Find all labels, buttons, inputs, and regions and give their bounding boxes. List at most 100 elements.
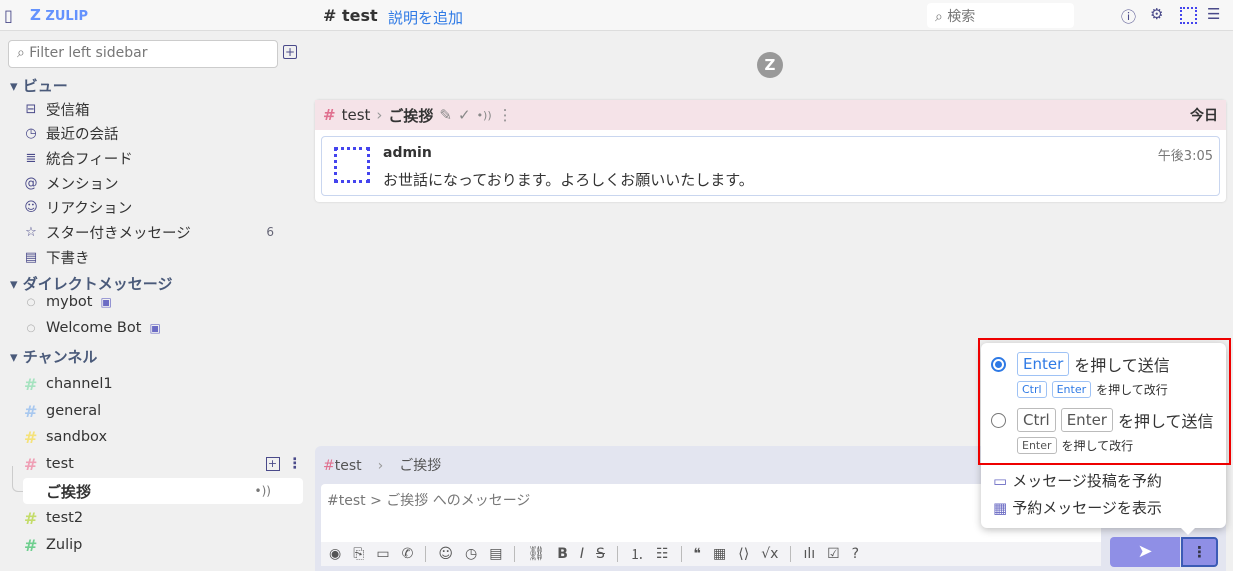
label: 予約メッセージを表示 — [1012, 499, 1162, 517]
channel-item[interactable]: # general — [24, 400, 101, 422]
todo-icon[interactable]: ☑ — [827, 546, 840, 562]
more-options-icon[interactable]: ⋮ — [498, 106, 513, 124]
emoji-icon[interactable]: ☺ — [438, 546, 453, 562]
channel-item[interactable]: # test + ⋮ — [24, 453, 302, 475]
poll-icon[interactable]: ılı — [803, 546, 815, 562]
divider — [616, 546, 618, 562]
sender-name[interactable]: admin — [383, 145, 432, 161]
star-icon: ☆ — [25, 224, 37, 240]
ctrl-enter-sends-option[interactable]: Ctrl Enter を押して送信 Enter を押して改行 — [991, 408, 1214, 454]
italic-icon[interactable]: I — [580, 546, 584, 562]
schedule-message-item[interactable]: ▭ メッセージ投稿を予約 — [993, 470, 1162, 491]
message-time[interactable]: 午後3:05 — [1158, 145, 1213, 164]
check-icon[interactable]: ✓ — [458, 106, 471, 124]
sidebar-toggle-icon[interactable]: ▯ — [4, 6, 13, 25]
kbd-enter: Enter — [1017, 437, 1057, 454]
help-icon[interactable]: ⓘ — [1121, 6, 1136, 27]
views-header-label: ビュー — [22, 77, 68, 95]
attach-icon[interactable]: ⎘ — [353, 546, 364, 562]
follow-icon[interactable]: •)) — [477, 109, 492, 122]
recipient-topic[interactable]: ご挨拶 — [388, 105, 433, 126]
send-button[interactable]: ➤ — [1110, 537, 1180, 567]
recipient-bar[interactable]: # test › ご挨拶 ✎ ✓ •)) ⋮ 今日 — [315, 100, 1226, 130]
channels-header[interactable]: ▾ チャンネル — [10, 346, 97, 367]
topic-item-active[interactable]: ご挨拶 •)) — [23, 478, 303, 504]
video-icon[interactable]: ▭ — [376, 546, 389, 562]
recipient-channel[interactable]: test — [342, 106, 371, 124]
sidebar-item-drafts[interactable]: ▤ 下書き — [24, 246, 90, 268]
phone-icon[interactable]: ✆ — [402, 546, 414, 562]
channel-title[interactable]: # test — [323, 6, 378, 25]
more-options-icon[interactable]: ⋮ — [288, 456, 303, 472]
compose-channel[interactable]: test — [335, 458, 362, 474]
clock-icon: ◷ — [25, 125, 37, 141]
send-options-button[interactable]: ⋮ — [1181, 537, 1218, 567]
sender-avatar[interactable] — [334, 147, 370, 183]
placeholder: #test > ご挨拶 へのメッセージ — [327, 493, 531, 509]
strikethrough-icon[interactable]: S — [596, 546, 605, 562]
code-icon[interactable]: ⟨⟩ — [738, 546, 749, 562]
message-row[interactable]: admin 午後3:05 お世話になっております。よろしくお願いいたします。 — [321, 136, 1220, 196]
add-channel-icon[interactable]: + — [283, 45, 297, 59]
inbox-icon: ⊟ — [25, 101, 37, 117]
edit-icon[interactable]: ✎ — [439, 106, 452, 124]
spoiler-icon[interactable]: ▦ — [713, 546, 726, 562]
dm-item[interactable]: ○ mybot ▣ — [24, 291, 112, 313]
sidebar-item-inbox[interactable]: ⊟ 受信箱 — [24, 98, 90, 120]
search-input[interactable]: ⌕ 検索 — [927, 3, 1074, 28]
compose-recipient[interactable]: #test › ご挨拶 — [323, 455, 441, 475]
sidebar-item-feed[interactable]: ≣ 統合フィード — [24, 147, 133, 169]
radio-selected[interactable] — [991, 356, 1006, 372]
message-icon[interactable]: ▤ — [489, 546, 502, 562]
time-icon[interactable]: ◷ — [465, 546, 477, 562]
message-content: お世話になっております。よろしくお願いいたします。 — [383, 171, 754, 189]
channel-item[interactable]: # Zulip — [24, 534, 82, 556]
zulip-logo[interactable]: Z ZULIP — [30, 6, 88, 24]
view-scheduled-item[interactable]: ▦ 予約メッセージを表示 — [993, 497, 1162, 518]
presence-icon: ○ — [26, 296, 36, 308]
filter-left-sidebar-input[interactable]: ⌕ Filter left sidebar — [8, 40, 278, 68]
numbered-list-icon[interactable]: ⒈ — [630, 544, 644, 564]
follow-icon[interactable]: •)) — [255, 484, 271, 498]
radio-unselected[interactable] — [991, 412, 1006, 428]
chevron-right-icon: › — [377, 458, 384, 474]
chevron-right-icon: › — [376, 106, 383, 124]
channel-item[interactable]: # test2 — [24, 507, 83, 529]
dm-item[interactable]: ○ Welcome Bot ▣ — [24, 317, 161, 339]
gear-icon[interactable]: ⚙ — [1150, 5, 1163, 23]
calendar-icon: ▦ — [993, 498, 1008, 517]
popover-arrow — [1181, 528, 1195, 535]
message-list: # test › ご挨拶 ✎ ✓ •)) ⋮ 今日 admin 午後3:05 お… — [315, 100, 1226, 202]
new-topic-icon[interactable]: + — [265, 457, 280, 471]
quote-icon[interactable]: ❝ — [694, 546, 702, 562]
sidebar-item-starred[interactable]: ☆ スター付きメッセージ 6 — [24, 221, 274, 243]
math-icon[interactable]: √x — [761, 546, 778, 562]
filter-placeholder: Filter left sidebar — [29, 45, 148, 61]
label: channel1 — [46, 376, 113, 392]
kbd-enter: Enter — [1017, 352, 1070, 376]
user-list-icon[interactable]: ☰ — [1207, 5, 1220, 23]
link-icon[interactable]: ⛓ — [527, 546, 545, 562]
enter-sends-option[interactable]: Enter を押して送信 Ctrl Enter を押して改行 — [991, 352, 1170, 398]
avatar[interactable] — [1180, 7, 1197, 24]
preview-icon[interactable]: ◉ — [329, 546, 341, 562]
label: スター付きメッセージ — [46, 225, 191, 242]
label: 最近の会話 — [46, 126, 119, 143]
label: sandbox — [46, 429, 108, 445]
add-description-link[interactable]: 説明を追加 — [388, 7, 463, 28]
views-header[interactable]: ▾ ビュー — [10, 75, 68, 96]
at-icon: @ — [24, 175, 38, 191]
sidebar-item-reactions[interactable]: ☺ リアクション — [24, 196, 132, 218]
channel-item[interactable]: # channel1 — [24, 373, 113, 395]
kbd-ctrl: Ctrl — [1017, 408, 1056, 432]
bold-icon[interactable]: B — [557, 546, 568, 562]
bullet-list-icon[interactable]: ☷ — [656, 546, 669, 562]
channel-item[interactable]: # sandbox — [24, 426, 107, 448]
kbd-ctrl: Ctrl — [1017, 381, 1047, 398]
sidebar-item-recent[interactable]: ◷ 最近の会話 — [24, 122, 119, 144]
compose-topic-input[interactable]: ご挨拶 — [399, 458, 441, 474]
divider — [425, 546, 427, 562]
sidebar-item-mentions[interactable]: @ メンション — [24, 172, 119, 194]
help-icon[interactable]: ? — [852, 546, 859, 562]
hash-icon: # — [24, 454, 38, 474]
